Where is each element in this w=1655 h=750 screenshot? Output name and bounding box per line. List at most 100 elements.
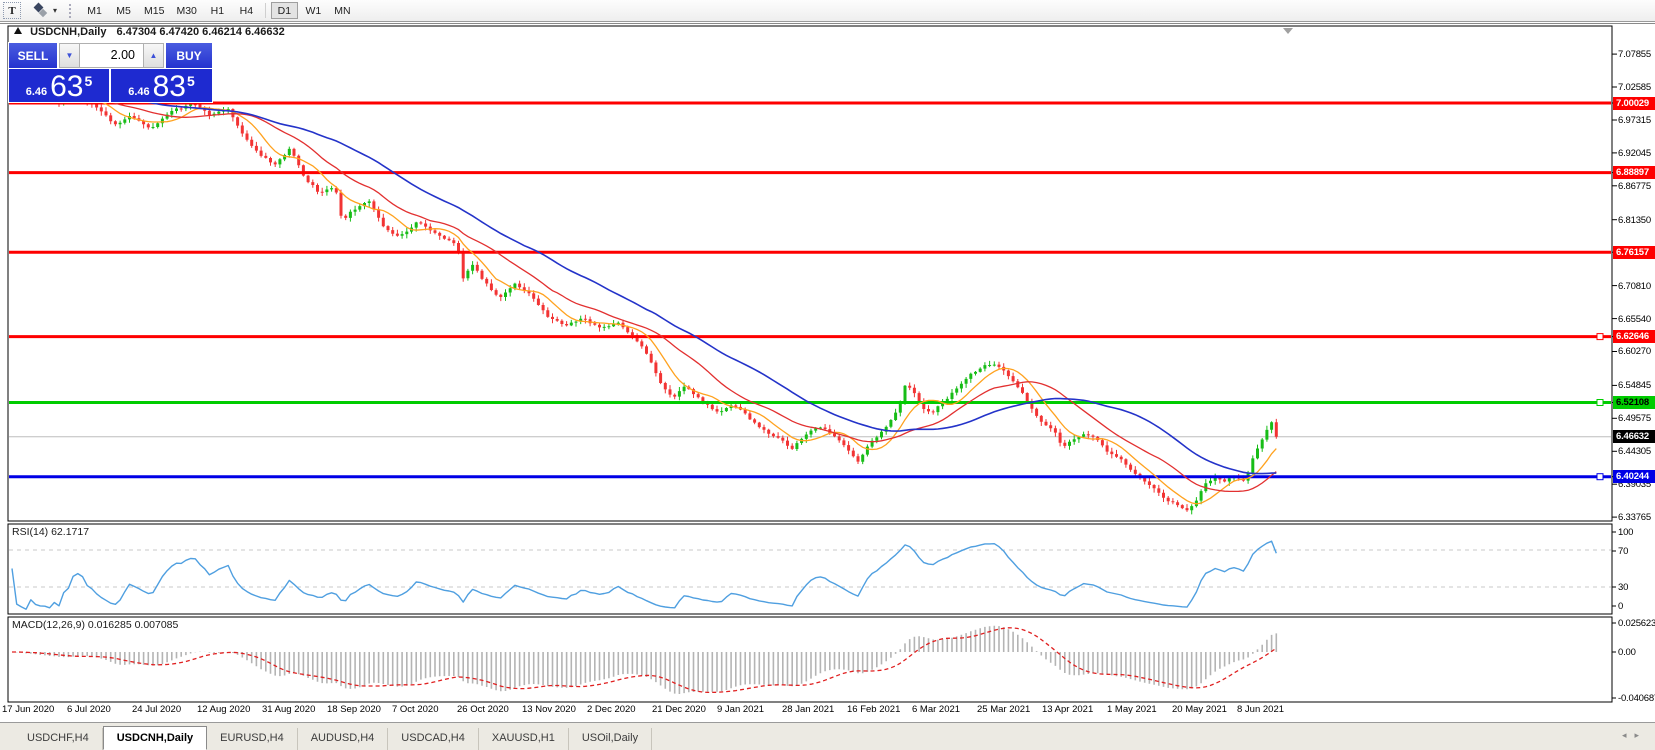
toolbar-grip[interactable] [69,3,74,18]
price-tick: 6.49575 [1618,413,1651,424]
price-label-6.40244: 6.40244 [1613,470,1655,483]
chevron-down-icon[interactable]: ▾ [53,6,57,15]
price-label-6.52108: 6.52108 [1613,396,1655,409]
buy-price-pip: 5 [187,73,195,89]
chart-tab-usoil[interactable]: USOil,Daily [569,728,653,750]
tab-scroll-arrows[interactable]: ◂▸ [1622,730,1647,741]
date-tick: 6 Mar 2021 [912,704,961,715]
price-label-6.62646: 6.62646 [1613,330,1655,343]
sell-price-display[interactable]: 6.46 63 5 [9,69,109,102]
buy-button[interactable]: BUY [166,43,212,68]
price-label-7.00029: 7.00029 [1613,97,1655,110]
timeframe-button-h4[interactable]: H4 [233,2,260,19]
rsi-tick: 0 [1618,601,1624,612]
timeframe-button-h1[interactable]: H1 [204,2,231,19]
symbol-marker-icon [14,27,22,34]
top-toolbar: T ▾ M1 M5 M15 M30 H1 H4 D1 W1 MN [0,0,1655,22]
objects-icon[interactable] [31,2,51,19]
price-tick: 6.97315 [1618,115,1651,126]
rsi-tick: 70 [1618,546,1629,557]
hline-handle[interactable] [1596,473,1604,481]
sell-price-pip: 5 [84,73,93,89]
date-tick: 6 Jul 2020 [67,704,111,715]
volume-increase-button[interactable]: ▲ [143,43,164,68]
chart-tab-audusd[interactable]: AUDUSD,H4 [298,728,389,750]
date-tick: 17 Jun 2020 [2,704,55,715]
macd-tick: 0.00 [1618,647,1636,658]
date-tick: 21 Dec 2020 [652,704,706,715]
rsi-tick: 30 [1618,582,1629,593]
chart-tab-xauusd[interactable]: XAUUSD,H1 [479,728,569,750]
price-tick: 6.44305 [1618,446,1651,457]
timeframe-button-m15[interactable]: M15 [139,2,169,19]
price-chart-canvas[interactable] [0,0,1655,750]
tab-scroll-left-icon[interactable]: ◂ [1622,730,1635,740]
timeframe-button-m1[interactable]: M1 [81,2,108,19]
price-tick: 6.33765 [1618,512,1651,523]
volume-decrease-button[interactable]: ▼ [59,43,80,68]
date-tick: 12 Aug 2020 [197,704,251,715]
one-click-trading-panel: SELL ▼ 2.00 ▲ BUY 6.46 63 5 6.46 83 5 [8,42,213,103]
date-tick: 26 Oct 2020 [457,704,509,715]
date-tick: 18 Sep 2020 [327,704,381,715]
text-tool-icon[interactable]: T [3,2,21,19]
price-tick: 6.60270 [1618,346,1651,357]
price-tick: 6.65540 [1618,314,1651,325]
price-tick: 7.02585 [1618,82,1651,93]
buy-price-display[interactable]: 6.46 83 5 [111,69,212,102]
sell-price-prefix: 6.46 [25,86,48,98]
date-tick: 13 Apr 2021 [1042,704,1094,715]
price-tick: 6.86775 [1618,181,1651,192]
date-tick: 13 Nov 2020 [522,704,576,715]
date-tick: 28 Jan 2021 [782,704,835,715]
chart-tab-usdcnh[interactable]: USDCNH,Daily [102,726,208,750]
current-price-label: 6.46632 [1613,430,1655,443]
date-tick: 1 May 2021 [1107,704,1157,715]
tab-scroll-right-icon[interactable]: ▸ [1634,730,1647,740]
chart-tab-usdchf[interactable]: USDCHF,H4 [14,728,103,750]
buy-price-main: 83 [152,70,186,103]
chart-ohlc-values: 6.47304 6.47420 6.46214 6.46632 [116,26,285,38]
chart-title: USDCNH,Daily 6.47304 6.47420 6.46214 6.4… [14,26,285,38]
date-tick: 9 Jan 2021 [717,704,765,715]
timeframe-button-d1[interactable]: D1 [270,2,298,19]
price-tick: 6.92045 [1618,148,1651,159]
date-tick: 31 Aug 2020 [262,704,316,715]
sell-button[interactable]: SELL [9,43,57,68]
date-tick: 25 Mar 2021 [977,704,1031,715]
macd-tick: 0.025623 [1618,618,1655,629]
price-label-6.76157: 6.76157 [1613,246,1655,259]
date-tick: 7 Oct 2020 [392,704,439,715]
timeframe-button-mn[interactable]: MN [329,2,356,19]
macd-label: MACD(12,26,9) 0.016285 0.007085 [12,619,179,631]
timeframe-button-m30[interactable]: M30 [171,2,201,19]
date-tick: 16 Feb 2021 [847,704,901,715]
date-tick: 24 Jul 2020 [132,704,182,715]
text-tool-letter: T [8,4,16,17]
timeframe-button-group: M1 M5 M15 M30 H1 H4 D1 W1 MN [80,2,357,19]
date-tick: 2 Dec 2020 [587,704,636,715]
price-tick: 6.81350 [1618,215,1651,226]
price-tick: 6.54845 [1618,380,1651,391]
rsi-label: RSI(14) 62.1717 [12,526,90,538]
timeframe-button-m5[interactable]: M5 [110,2,137,19]
date-tick: 8 Jun 2021 [1237,704,1285,715]
chart-tab-bar: USDCHF,H4 USDCNH,Daily EURUSD,H4 AUDUSD,H4 U… [0,722,1655,750]
sell-price-main: 63 [50,70,84,103]
hline-handle[interactable] [1596,333,1604,341]
chart-tab-usdcad[interactable]: USDCAD,H4 [388,728,479,750]
price-label-6.88897: 6.88897 [1613,166,1655,179]
hline-handle[interactable] [1596,399,1604,406]
chart-window: T ▾ M1 M5 M15 M30 H1 H4 D1 W1 MN USDCNH,Daily 6.… [0,0,1655,750]
diamond-shape-gray [38,8,48,18]
price-tick: 6.70810 [1618,281,1651,292]
chart-symbol: USDCNH,Daily [30,26,107,38]
chart-tab-eurusd[interactable]: EURUSD,H4 [207,728,298,750]
macd-tick: -0.040687 [1618,693,1655,704]
price-tick: 7.07855 [1618,49,1651,60]
volume-input[interactable]: 2.00 [80,43,143,68]
rsi-tick: 100 [1618,527,1634,538]
buy-price-prefix: 6.46 [128,86,150,98]
date-tick: 20 May 2021 [1172,704,1227,715]
timeframe-button-w1[interactable]: W1 [300,2,327,19]
